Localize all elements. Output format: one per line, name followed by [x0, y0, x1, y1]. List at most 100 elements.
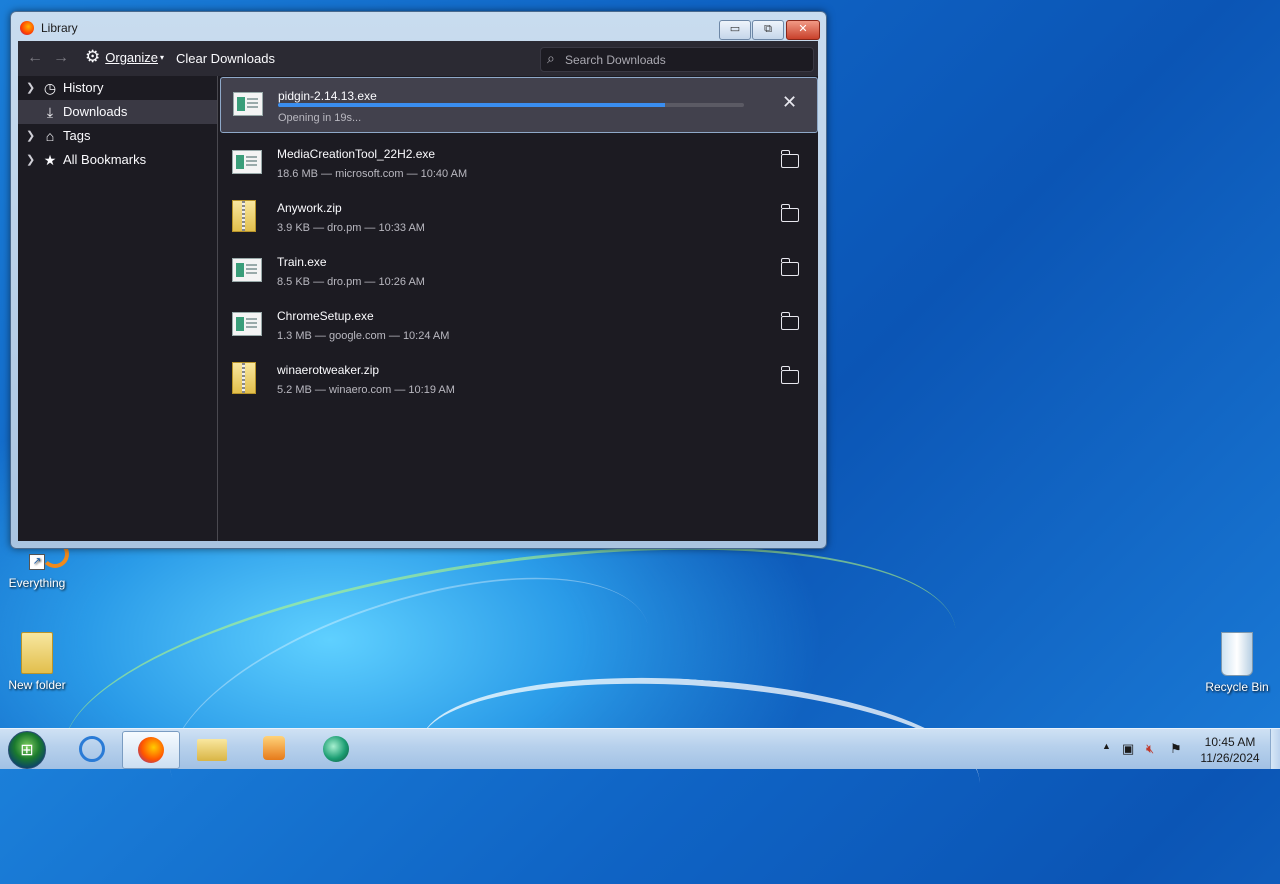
search-icon: ⌕ — [547, 50, 555, 66]
download-status: 5.2 MB — winaero.com — 10:19 AM — [277, 384, 455, 396]
taskbar-app-internet-explorer[interactable] — [62, 731, 118, 767]
folder-icon — [21, 632, 53, 674]
folder-icon — [780, 366, 799, 384]
progress-fill — [278, 103, 665, 107]
desktop-icon-label: New folder — [8, 678, 66, 692]
folder-icon — [780, 150, 799, 168]
tag-icon: ⌂ — [45, 128, 55, 144]
desktop-icon-everything[interactable]: ↗ Everything — [2, 540, 72, 590]
executable-file-icon — [233, 92, 263, 116]
media-player-icon — [263, 736, 285, 760]
desktop-icon-label: Recycle Bin — [1205, 680, 1269, 694]
toolbar: ← → ⚙ Organize ▾ Clear Downloads ⌕ Searc… — [18, 41, 818, 76]
window-title: Library — [41, 21, 78, 35]
star-icon: ★ — [43, 152, 57, 168]
download-name: Train.exe — [277, 255, 327, 269]
taskbar-app-camera[interactable] — [308, 731, 364, 767]
download-name: MediaCreationTool_22H2.exe — [277, 147, 436, 161]
show-in-folder-button[interactable] — [780, 204, 799, 223]
taskbar-app-media-player[interactable] — [246, 731, 302, 767]
download-item[interactable]: ChromeSetup.exe 1.3 MB — google.com — 10… — [220, 298, 816, 352]
show-in-folder-button[interactable] — [780, 366, 799, 385]
download-status: 1.3 MB — google.com — 10:24 AM — [277, 330, 450, 342]
sidebar-item-label: All Bookmarks — [63, 152, 147, 167]
clock[interactable]: 10:45 AM 11/26/2024 — [1196, 734, 1264, 766]
download-name: ChromeSetup.exe — [277, 309, 374, 323]
sidebar-item-all-bookmarks[interactable]: ❯ ★ All Bookmarks — [18, 148, 217, 172]
windows-logo-icon: ⊞ — [20, 740, 34, 759]
cancel-download-button[interactable]: ✕ — [782, 93, 800, 111]
taskbar: ⊞ ▲ ▣ 🔇︎ ⚑ 10:45 AM 11/26/2024 — [0, 728, 1280, 769]
show-in-folder-button[interactable] — [780, 150, 799, 169]
download-progress — [278, 103, 744, 107]
download-icon: ⤓ — [46, 104, 54, 120]
show-in-folder-button[interactable] — [780, 258, 799, 277]
download-status: 18.6 MB — microsoft.com — 10:40 AM — [277, 168, 468, 180]
camera-app-icon — [323, 736, 349, 762]
clock-date: 11/26/2024 — [1200, 751, 1260, 765]
download-item[interactable]: MediaCreationTool_22H2.exe 18.6 MB — mic… — [220, 136, 816, 190]
organize-label: Organize — [105, 49, 158, 65]
recycle-bin-icon — [1221, 632, 1253, 676]
title-bar[interactable]: Library ▭ ⧉ ✕ — [11, 12, 826, 42]
chevron-right-icon[interactable]: ❯ — [26, 148, 35, 172]
taskbar-app-firefox[interactable] — [122, 731, 180, 769]
everything-icon: ↗ — [25, 540, 69, 572]
library-window: Library ▭ ⧉ ✕ ← → ⚙ Organize ▾ Clear Dow… — [10, 11, 827, 549]
volume-muted-icon[interactable]: 🔇︎ — [1146, 741, 1154, 757]
download-item[interactable]: winaerotweaker.zip 5.2 MB — winaero.com … — [220, 352, 816, 406]
close-button[interactable]: ✕ — [786, 20, 820, 40]
desktop-icon-recycle-bin[interactable]: Recycle Bin — [1202, 632, 1272, 694]
sidebar-item-label: Tags — [63, 128, 91, 143]
show-in-folder-button[interactable] — [780, 312, 799, 331]
internet-explorer-icon — [79, 736, 105, 762]
download-name: Anywork.zip — [277, 201, 342, 215]
action-center-flag-icon[interactable]: ⚑ — [1170, 741, 1182, 757]
forward-icon[interactable]: → — [53, 49, 69, 67]
folder-icon — [780, 204, 799, 222]
download-name: pidgin-2.14.13.exe — [278, 89, 377, 103]
firefox-icon — [138, 737, 164, 763]
search-placeholder: Search Downloads — [565, 53, 666, 67]
zip-file-icon — [232, 362, 256, 394]
sidebar: ❯ ◷ History ⤓ Downloads ❯ ⌂ Tags ❯ ★ All… — [18, 76, 218, 541]
file-explorer-icon — [197, 739, 227, 761]
chevron-right-icon[interactable]: ❯ — [26, 124, 35, 148]
desktop-icon-new-folder[interactable]: New folder — [2, 632, 72, 692]
zip-file-icon — [232, 200, 256, 232]
sidebar-item-label: Downloads — [63, 104, 128, 119]
show-hidden-icons-button[interactable]: ▲ — [1102, 741, 1111, 751]
sidebar-item-tags[interactable]: ❯ ⌂ Tags — [18, 124, 217, 148]
gear-icon: ⚙ — [85, 47, 101, 66]
download-item[interactable]: Anywork.zip 3.9 KB — dro.pm — 10:33 AM — [220, 190, 816, 244]
download-item[interactable]: pidgin-2.14.13.exe Opening in 19s... ✕ — [220, 77, 818, 133]
download-status: 3.9 KB — dro.pm — 10:33 AM — [277, 222, 425, 234]
start-button[interactable]: ⊞ — [8, 731, 46, 769]
library-client: ← → ⚙ Organize ▾ Clear Downloads ⌕ Searc… — [18, 41, 818, 541]
download-status: 8.5 KB — dro.pm — 10:26 AM — [277, 276, 425, 288]
taskbar-app-file-explorer[interactable] — [184, 731, 240, 767]
executable-file-icon — [232, 258, 262, 282]
show-desktop-button[interactable] — [1270, 729, 1280, 769]
back-icon[interactable]: ← — [27, 49, 43, 67]
minimize-button[interactable]: ▭ — [719, 20, 751, 40]
chevron-right-icon[interactable]: ❯ — [26, 76, 35, 100]
search-input[interactable]: ⌕ Search Downloads — [540, 47, 814, 72]
desktop-icon-label: Everything — [8, 576, 66, 590]
sidebar-item-downloads[interactable]: ⤓ Downloads — [18, 100, 217, 124]
clock-icon: ◷ — [43, 80, 57, 96]
sidebar-item-history[interactable]: ❯ ◷ History — [18, 76, 217, 100]
download-name: winaerotweaker.zip — [277, 363, 380, 377]
clear-downloads-button[interactable]: Clear Downloads — [176, 51, 275, 66]
download-status: Opening in 19s... — [278, 112, 362, 124]
executable-file-icon — [232, 150, 262, 174]
organize-button[interactable]: ⚙ Organize ▾ — [85, 47, 165, 66]
downloads-list: pidgin-2.14.13.exe Opening in 19s... ✕ M… — [218, 76, 818, 541]
network-icon[interactable]: ▣ — [1122, 741, 1134, 757]
maximize-button[interactable]: ⧉ — [752, 20, 784, 40]
firefox-logo-icon — [20, 21, 34, 35]
executable-file-icon — [232, 312, 262, 336]
folder-icon — [780, 258, 799, 276]
chevron-down-icon: ▾ — [160, 52, 165, 62]
download-item[interactable]: Train.exe 8.5 KB — dro.pm — 10:26 AM — [220, 244, 816, 298]
